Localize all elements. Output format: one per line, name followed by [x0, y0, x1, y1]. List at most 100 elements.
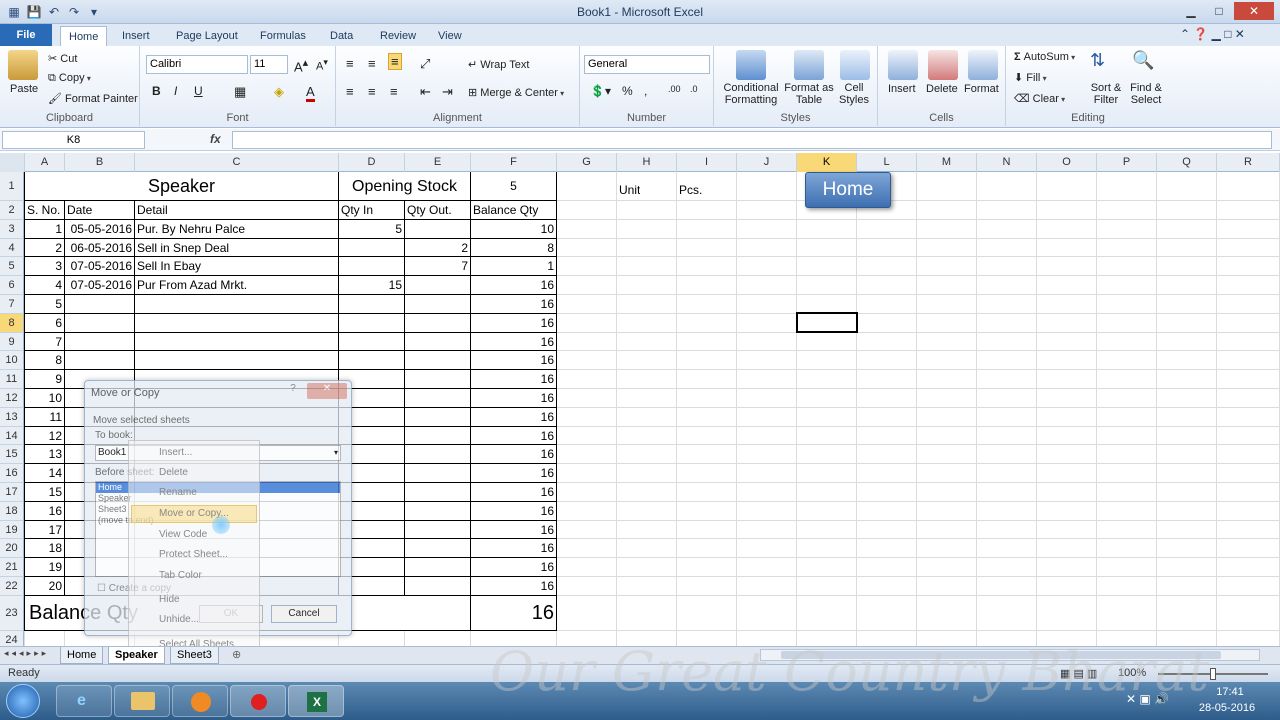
tab-insert[interactable]: Insert	[114, 26, 158, 46]
paste-button[interactable]: Paste	[10, 83, 38, 95]
row-header[interactable]: 1	[0, 172, 24, 201]
delete-cells-icon[interactable]	[928, 50, 958, 80]
cell[interactable]: 16	[470, 576, 557, 596]
menu-item-rename[interactable]: Rename	[159, 487, 197, 498]
cell[interactable]	[404, 406, 471, 427]
find-select-button[interactable]: Find & Select	[1126, 82, 1166, 106]
cell[interactable]	[404, 444, 471, 465]
column-header[interactable]: B	[65, 153, 135, 172]
column-header[interactable]: P	[1097, 153, 1157, 172]
excel-taskbar-icon[interactable]: X	[288, 685, 344, 717]
cell[interactable]: 16	[470, 425, 557, 446]
cell[interactable]: Sell In Ebay	[134, 256, 339, 277]
tab-scroll-icon[interactable]: ◂◂◂▸▸▸	[4, 648, 49, 659]
cell[interactable]	[64, 312, 135, 333]
minimize-button[interactable]: ▁	[1178, 2, 1204, 20]
row-header[interactable]: 8	[0, 313, 24, 333]
sheet-tab-home[interactable]: Home	[60, 647, 104, 664]
cell[interactable]: 8	[24, 350, 65, 371]
sort-filter-icon[interactable]: ⇅	[1090, 50, 1105, 71]
font-size-field[interactable]: 11	[250, 55, 288, 74]
column-header[interactable]: F	[471, 153, 557, 172]
media-player-taskbar-icon[interactable]	[172, 685, 228, 717]
tab-formulas[interactable]: Formulas	[252, 26, 314, 46]
cell[interactable]	[404, 312, 471, 333]
decrease-indent-icon[interactable]: ⇤	[420, 84, 431, 100]
cell[interactable]	[134, 350, 339, 371]
explorer-taskbar-icon[interactable]	[114, 685, 170, 717]
cell[interactable]: 16	[470, 594, 557, 631]
menu-item-delete[interactable]: Delete	[159, 467, 188, 478]
row-header[interactable]: 18	[0, 501, 24, 521]
cell[interactable]: Detail	[134, 200, 339, 220]
format-painter-button[interactable]: 🖌 Format Painter	[48, 92, 138, 105]
row-header[interactable]: 6	[0, 276, 24, 295]
column-header[interactable]: D	[339, 153, 405, 172]
conditional-formatting-button[interactable]: Conditional Formatting	[718, 82, 784, 106]
formula-input[interactable]	[232, 131, 1272, 149]
cell[interactable]: 1	[24, 218, 65, 239]
cell[interactable]: 1	[470, 256, 557, 277]
paste-icon[interactable]	[8, 50, 38, 80]
tab-review[interactable]: Review	[372, 26, 424, 46]
cut-button[interactable]: ✂ Cut	[48, 52, 77, 65]
cancel-button[interactable]: Cancel	[271, 605, 337, 623]
tab-home[interactable]: Home	[60, 26, 108, 47]
autosum-button[interactable]: Σ AutoSum ▾	[1014, 51, 1075, 63]
cell[interactable]	[338, 294, 405, 314]
column-header[interactable]: J	[737, 153, 797, 172]
fill-color-icon[interactable]: ◈	[274, 84, 284, 100]
active-cell-k8[interactable]	[796, 312, 858, 333]
cell[interactable]: Pur From Azad Mrkt.	[134, 275, 339, 295]
insert-function-icon[interactable]: fx	[210, 132, 221, 146]
column-header[interactable]: I	[677, 153, 737, 172]
cell[interactable]: Opening Stock	[338, 172, 471, 201]
decrease-decimal-icon[interactable]: .0	[690, 84, 698, 94]
fill-button[interactable]: ⬇ Fill ▾	[1014, 71, 1047, 84]
column-header[interactable]: H	[617, 153, 677, 172]
sheet-tab-speaker[interactable]: Speaker	[108, 647, 165, 664]
percent-icon[interactable]: %	[622, 84, 633, 98]
conditional-formatting-icon[interactable]	[736, 50, 766, 80]
cell[interactable]	[404, 557, 471, 577]
row-header[interactable]: 14	[0, 426, 24, 446]
orientation-icon[interactable]: ⤢	[420, 56, 430, 72]
cell[interactable]: 16	[470, 369, 557, 389]
row-header[interactable]: 3	[0, 219, 24, 239]
cell[interactable]: 05-05-2016	[64, 218, 135, 239]
cell[interactable]: Qty In	[338, 200, 405, 220]
cell[interactable]: 19	[24, 557, 65, 577]
column-header[interactable]: G	[557, 153, 617, 172]
recorder-taskbar-icon[interactable]	[230, 685, 286, 717]
cell[interactable]: 16	[470, 331, 557, 352]
row-header[interactable]: 22	[0, 577, 24, 596]
cell[interactable]	[404, 275, 471, 295]
column-header[interactable]: O	[1037, 153, 1097, 172]
cell[interactable]	[404, 576, 471, 596]
cell[interactable]	[134, 312, 339, 333]
row-header[interactable]: 4	[0, 238, 24, 258]
borders-icon[interactable]: ▦	[234, 84, 246, 100]
cell[interactable]	[64, 350, 135, 371]
menu-item-view-code[interactable]: View Code	[159, 529, 207, 540]
row-header[interactable]: 19	[0, 520, 24, 540]
cell[interactable]: S. No.	[24, 200, 65, 220]
name-box[interactable]: K8	[2, 131, 145, 149]
cell[interactable]: 06-05-2016	[64, 237, 135, 258]
delete-button[interactable]: Delete	[926, 83, 958, 95]
menu-item-unhide[interactable]: Unhide...	[159, 614, 199, 625]
column-header[interactable]: Q	[1157, 153, 1217, 172]
format-table-icon[interactable]	[794, 50, 824, 80]
select-all-corner[interactable]	[0, 153, 25, 172]
cell[interactable]: 10	[470, 218, 557, 239]
number-format-field[interactable]: General	[584, 55, 710, 74]
column-header[interactable]: C	[135, 153, 339, 172]
format-button[interactable]: Format	[964, 83, 999, 95]
align-center-icon[interactable]: ≡	[368, 84, 376, 99]
format-as-table-button[interactable]: Format as Table	[784, 82, 834, 106]
cell[interactable]	[64, 331, 135, 352]
increase-indent-icon[interactable]: ⇥	[442, 84, 453, 100]
maximize-button[interactable]: □	[1206, 2, 1232, 20]
column-header[interactable]: L	[857, 153, 917, 172]
row-header[interactable]: 23	[0, 595, 24, 631]
